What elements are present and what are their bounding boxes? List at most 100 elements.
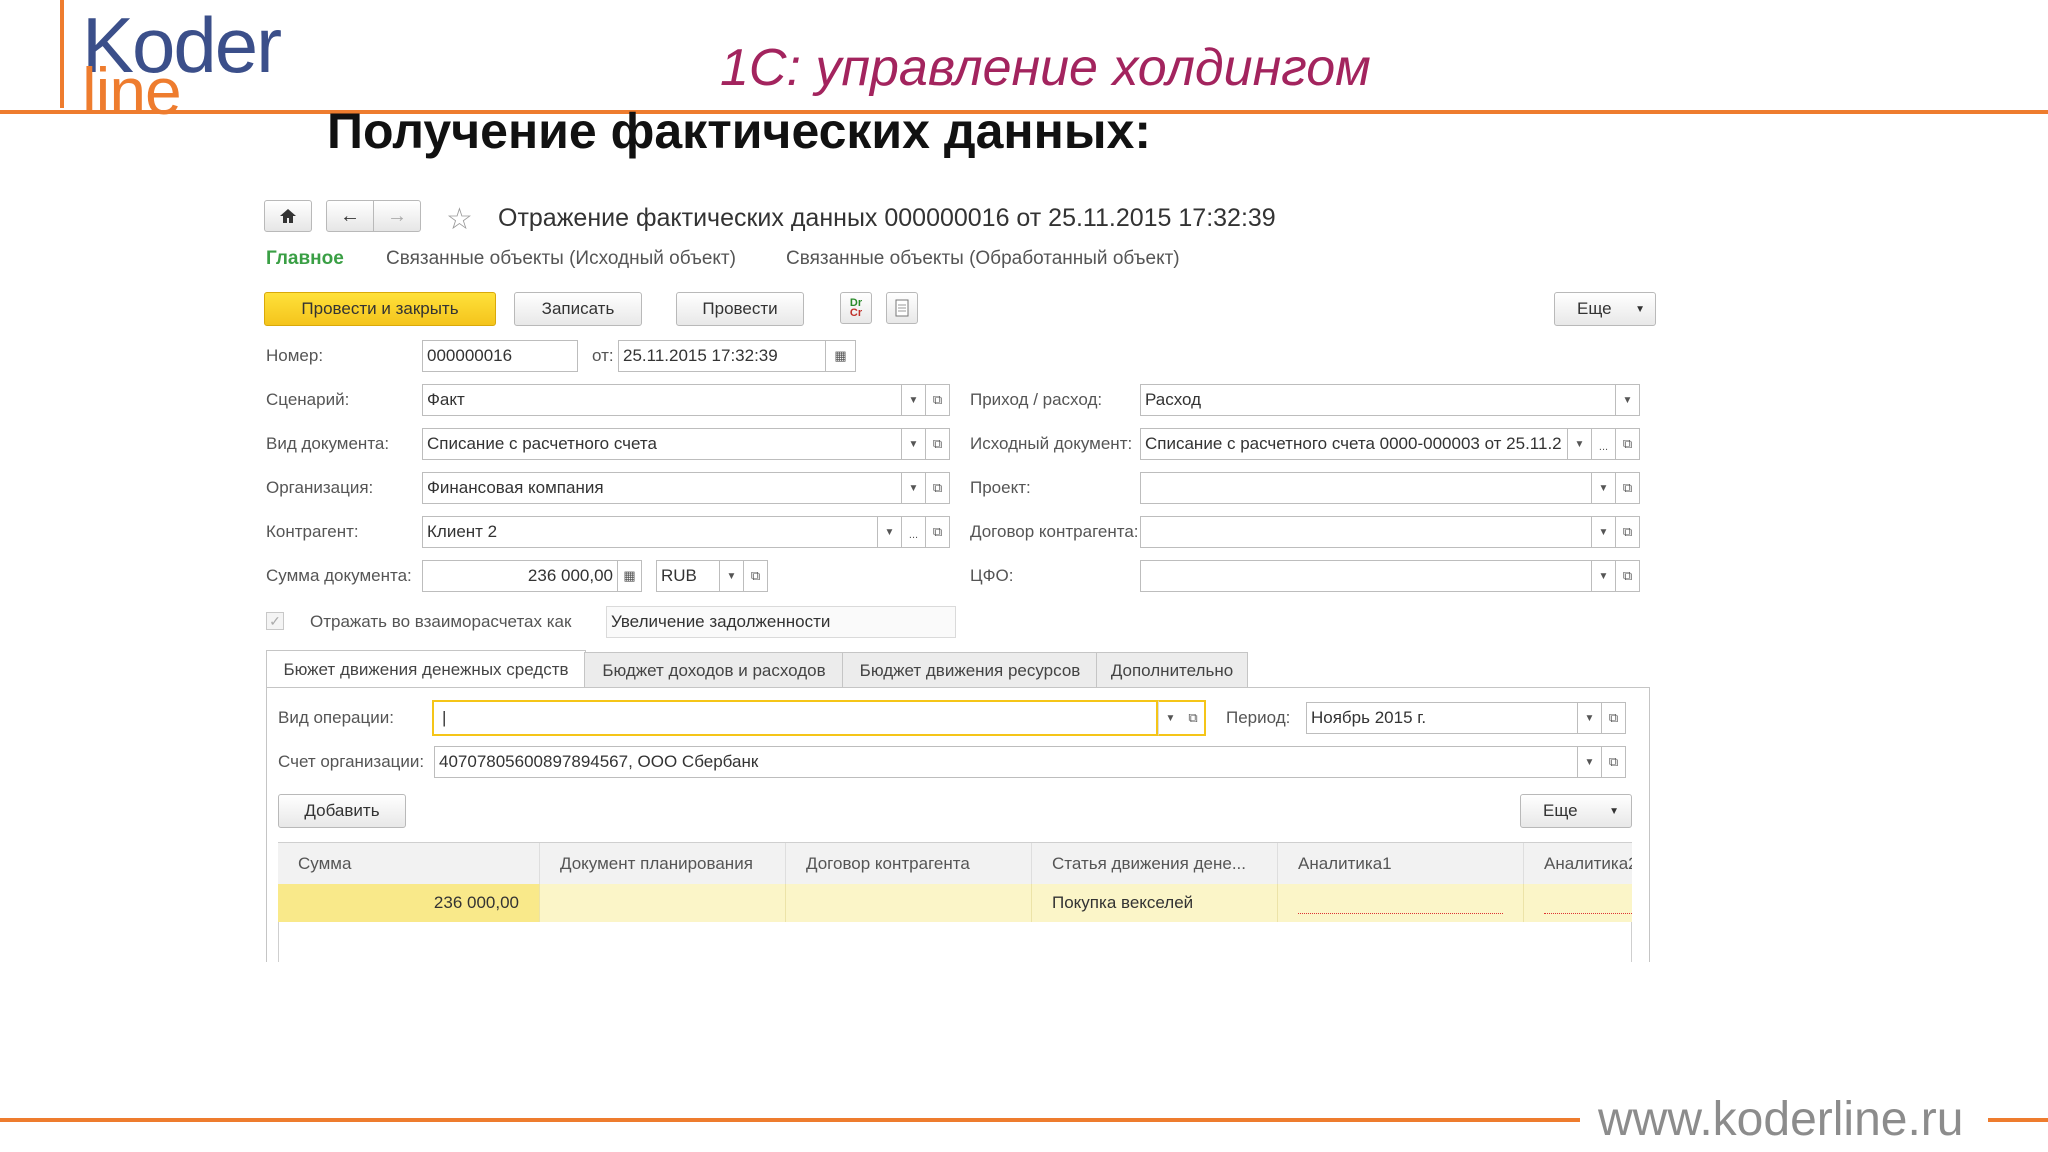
nav-link-related-source[interactable]: Связанные объекты (Исходный объект)	[386, 248, 736, 270]
column-header-amount[interactable]: Сумма	[278, 843, 540, 885]
period-open[interactable]: ⧉	[1602, 702, 1626, 734]
number-field[interactable]: 000000016	[422, 340, 578, 372]
operation-type-dropdown[interactable]: ▼	[1158, 700, 1182, 736]
post-button[interactable]: Провести	[676, 292, 804, 326]
cell-analytics1[interactable]	[1278, 884, 1524, 922]
post-and-close-button[interactable]: Провести и закрыть	[264, 292, 496, 326]
source-doc-field[interactable]: Списание с расчетного счета 0000-000003 …	[1140, 428, 1568, 460]
cell-analytics2[interactable]	[1524, 884, 1632, 922]
cell-contract[interactable]	[786, 884, 1032, 922]
calendar-button[interactable]: ▦	[826, 340, 856, 372]
table-more-button[interactable]: Еще ▼	[1520, 794, 1632, 828]
period-label: Период:	[1226, 708, 1291, 727]
chevron-down-icon: ▼	[1598, 526, 1609, 538]
counterparty-open[interactable]: ⧉	[926, 516, 950, 548]
chevron-down-icon: ▼	[1598, 570, 1609, 582]
bank-account-open[interactable]: ⧉	[1602, 746, 1626, 778]
cell-cash-flow-item[interactable]: Покупка векселей	[1032, 884, 1278, 922]
nav-link-related-processed[interactable]: Связанные объекты (Обработанный объект)	[786, 248, 1180, 270]
chevron-down-icon: ▼	[726, 570, 737, 582]
tab-resource-budget[interactable]: Бюджет движения ресурсов	[842, 652, 1098, 688]
checkmark-icon: ✓	[269, 612, 281, 629]
counterparty-field[interactable]: Клиент 2	[422, 516, 878, 548]
arrow-right-icon: →	[387, 204, 407, 227]
print-button[interactable]	[886, 292, 918, 324]
chevron-down-icon: ▼	[1598, 482, 1609, 494]
save-button[interactable]: Записать	[514, 292, 642, 326]
cfo-field[interactable]	[1140, 560, 1592, 592]
currency-field[interactable]: RUB	[656, 560, 720, 592]
income-expense-dropdown[interactable]: ▼	[1616, 384, 1640, 416]
more-actions-button[interactable]: Еще ▼	[1554, 292, 1656, 326]
scenario-field[interactable]: Факт	[422, 384, 902, 416]
source-doc-label: Исходный документ:	[970, 434, 1133, 453]
add-row-button[interactable]: Добавить	[278, 794, 406, 828]
amount-field[interactable]: 236 000,00	[422, 560, 618, 592]
drcr-report-button[interactable]: Dr Cr	[840, 292, 872, 324]
period-dropdown[interactable]: ▼	[1578, 702, 1602, 734]
chevron-down-icon: ▼	[908, 438, 919, 450]
chevron-down-icon: ▼	[884, 526, 895, 538]
forward-button[interactable]: →	[373, 200, 421, 232]
counterparty-dropdown[interactable]: ▼	[878, 516, 902, 548]
project-field[interactable]	[1140, 472, 1592, 504]
org-field[interactable]: Финансовая компания	[422, 472, 902, 504]
cell-amount[interactable]: 236 000,00	[278, 884, 540, 922]
nav-link-main[interactable]: Главное	[266, 248, 344, 270]
source-doc-select[interactable]: ...	[1592, 428, 1616, 460]
cfo-dropdown[interactable]: ▼	[1592, 560, 1616, 592]
income-expense-field[interactable]: Расход	[1140, 384, 1616, 416]
tab-income-expense-budget[interactable]: Бюджет доходов и расходов	[584, 652, 844, 688]
org-dropdown[interactable]: ▼	[902, 472, 926, 504]
chevron-down-icon: ▼	[1584, 756, 1595, 768]
org-open[interactable]: ⧉	[926, 472, 950, 504]
logo-bar	[60, 0, 64, 108]
operation-type-label: Вид операции:	[278, 708, 394, 727]
reflect-checkbox[interactable]: ✓	[266, 612, 284, 630]
column-header-cash-flow-item[interactable]: Статья движения дене...	[1032, 843, 1278, 885]
column-header-analytics2[interactable]: Аналитика2	[1524, 843, 1632, 885]
tab-cash-flow-budget[interactable]: Бюжет движения денежных средств	[266, 650, 586, 688]
back-button[interactable]: ←	[326, 200, 374, 232]
source-doc-dropdown[interactable]: ▼	[1568, 428, 1592, 460]
table-more-label: Еще	[1543, 801, 1578, 820]
chevron-down-icon: ▼	[1622, 394, 1633, 406]
favorite-star-icon[interactable]: ☆	[446, 202, 473, 237]
source-doc-open[interactable]: ⧉	[1616, 428, 1640, 460]
bank-account-dropdown[interactable]: ▼	[1578, 746, 1602, 778]
chevron-down-icon: ▼	[1609, 805, 1619, 817]
contract-open[interactable]: ⧉	[1616, 516, 1640, 548]
income-expense-label: Приход / расход:	[970, 390, 1103, 409]
currency-dropdown[interactable]: ▼	[720, 560, 744, 592]
cell-planning-doc[interactable]	[540, 884, 786, 922]
contract-dropdown[interactable]: ▼	[1592, 516, 1616, 548]
calculator-icon: ▦	[623, 568, 636, 583]
column-header-contract[interactable]: Договор контрагента	[786, 843, 1032, 885]
table-row[interactable]: 236 000,00 Покупка векселей	[278, 884, 1632, 922]
home-button[interactable]	[264, 200, 312, 232]
scenario-open[interactable]: ⧉	[926, 384, 950, 416]
operation-type-open[interactable]: ⧉	[1182, 700, 1206, 736]
cfo-open[interactable]: ⧉	[1616, 560, 1640, 592]
counterparty-select[interactable]: ...	[902, 516, 926, 548]
column-header-analytics1[interactable]: Аналитика1	[1278, 843, 1524, 885]
contract-field[interactable]	[1140, 516, 1592, 548]
tab-additional[interactable]: Дополнительно	[1096, 652, 1248, 688]
bank-account-field[interactable]: 40707805600897894567, ООО Сбербанк	[434, 746, 1578, 778]
org-label: Организация:	[266, 478, 374, 497]
date-field[interactable]: 25.11.2015 17:32:39	[618, 340, 826, 372]
doc-type-field[interactable]: Списание с расчетного счета	[422, 428, 902, 460]
calculator-button[interactable]: ▦	[618, 560, 642, 592]
scenario-dropdown[interactable]: ▼	[902, 384, 926, 416]
chevron-down-icon: ▼	[908, 482, 919, 494]
doc-type-dropdown[interactable]: ▼	[902, 428, 926, 460]
doc-type-label: Вид документа:	[266, 434, 390, 453]
currency-open[interactable]: ⧉	[744, 560, 768, 592]
doc-type-open[interactable]: ⧉	[926, 428, 950, 460]
operation-type-field[interactable]: |	[432, 700, 1158, 736]
ellipsis-icon: ...	[1598, 441, 1609, 453]
project-dropdown[interactable]: ▼	[1592, 472, 1616, 504]
period-field[interactable]: Ноябрь 2015 г.	[1306, 702, 1578, 734]
project-open[interactable]: ⧉	[1616, 472, 1640, 504]
column-header-planning-doc[interactable]: Документ планирования	[540, 843, 786, 885]
